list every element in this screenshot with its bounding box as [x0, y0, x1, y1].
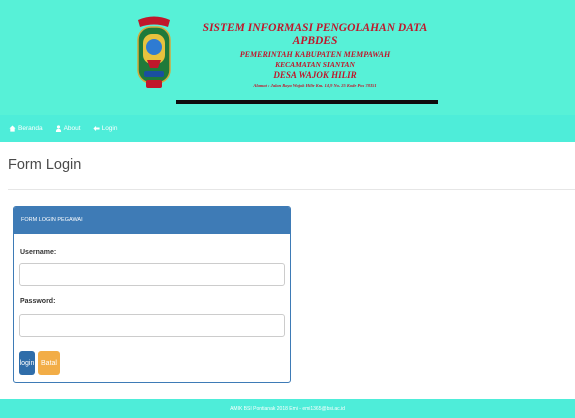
title-divider [8, 189, 575, 190]
nav-label-beranda: Beranda [18, 125, 43, 132]
panel-title: FORM LOGIN PEGAWAI [21, 217, 83, 223]
panel-heading: FORM LOGIN PEGAWAI [14, 207, 290, 234]
header-address: Alamat : Jalan Raya Wajok Hilir Km. 14,9… [253, 83, 377, 88]
user-icon [55, 125, 61, 132]
username-input[interactable] [19, 263, 285, 286]
header-regency: PEMERINTAH KABUPATEN MEMPAWAH [239, 50, 391, 59]
nav-item-beranda[interactable]: Beranda [9, 125, 43, 132]
nav-bar: Beranda About Login [0, 115, 575, 142]
username-label: Username: [20, 249, 57, 256]
site-header: SISTEM INFORMASI PENGOLAHAN DATA APBDES … [0, 0, 575, 115]
regency-crest-icon [137, 16, 171, 88]
cancel-button[interactable]: Batal [38, 351, 60, 375]
nav-label-login: Login [101, 125, 118, 132]
header-title: SISTEM INFORMASI PENGOLAHAN DATA APBDES [202, 22, 428, 47]
login-panel: FORM LOGIN PEGAWAI Username: Password: l… [13, 206, 291, 383]
login-button[interactable]: login [19, 351, 35, 375]
header-text-block: SISTEM INFORMASI PENGOLAHAN DATA APBDES … [180, 22, 450, 90]
footer-text: AMIK BSI Pontianak 2018 Emi - emi1365@bs… [230, 405, 345, 412]
header-village: DESA WAJOK HILIR [273, 70, 357, 80]
header-divider [176, 100, 438, 104]
footer: AMIK BSI Pontianak 2018 Emi - emi1365@bs… [0, 399, 575, 418]
home-icon [9, 125, 16, 132]
login-icon [93, 125, 100, 132]
nav-item-login[interactable]: Login [93, 125, 118, 132]
nav-item-about[interactable]: About [55, 125, 81, 132]
password-input[interactable] [19, 314, 285, 337]
page-title: Form Login [8, 157, 82, 173]
nav-label-about: About [63, 125, 81, 132]
password-label: Password: [20, 298, 56, 305]
header-district: KECAMATAN SIANTAN [275, 60, 355, 69]
